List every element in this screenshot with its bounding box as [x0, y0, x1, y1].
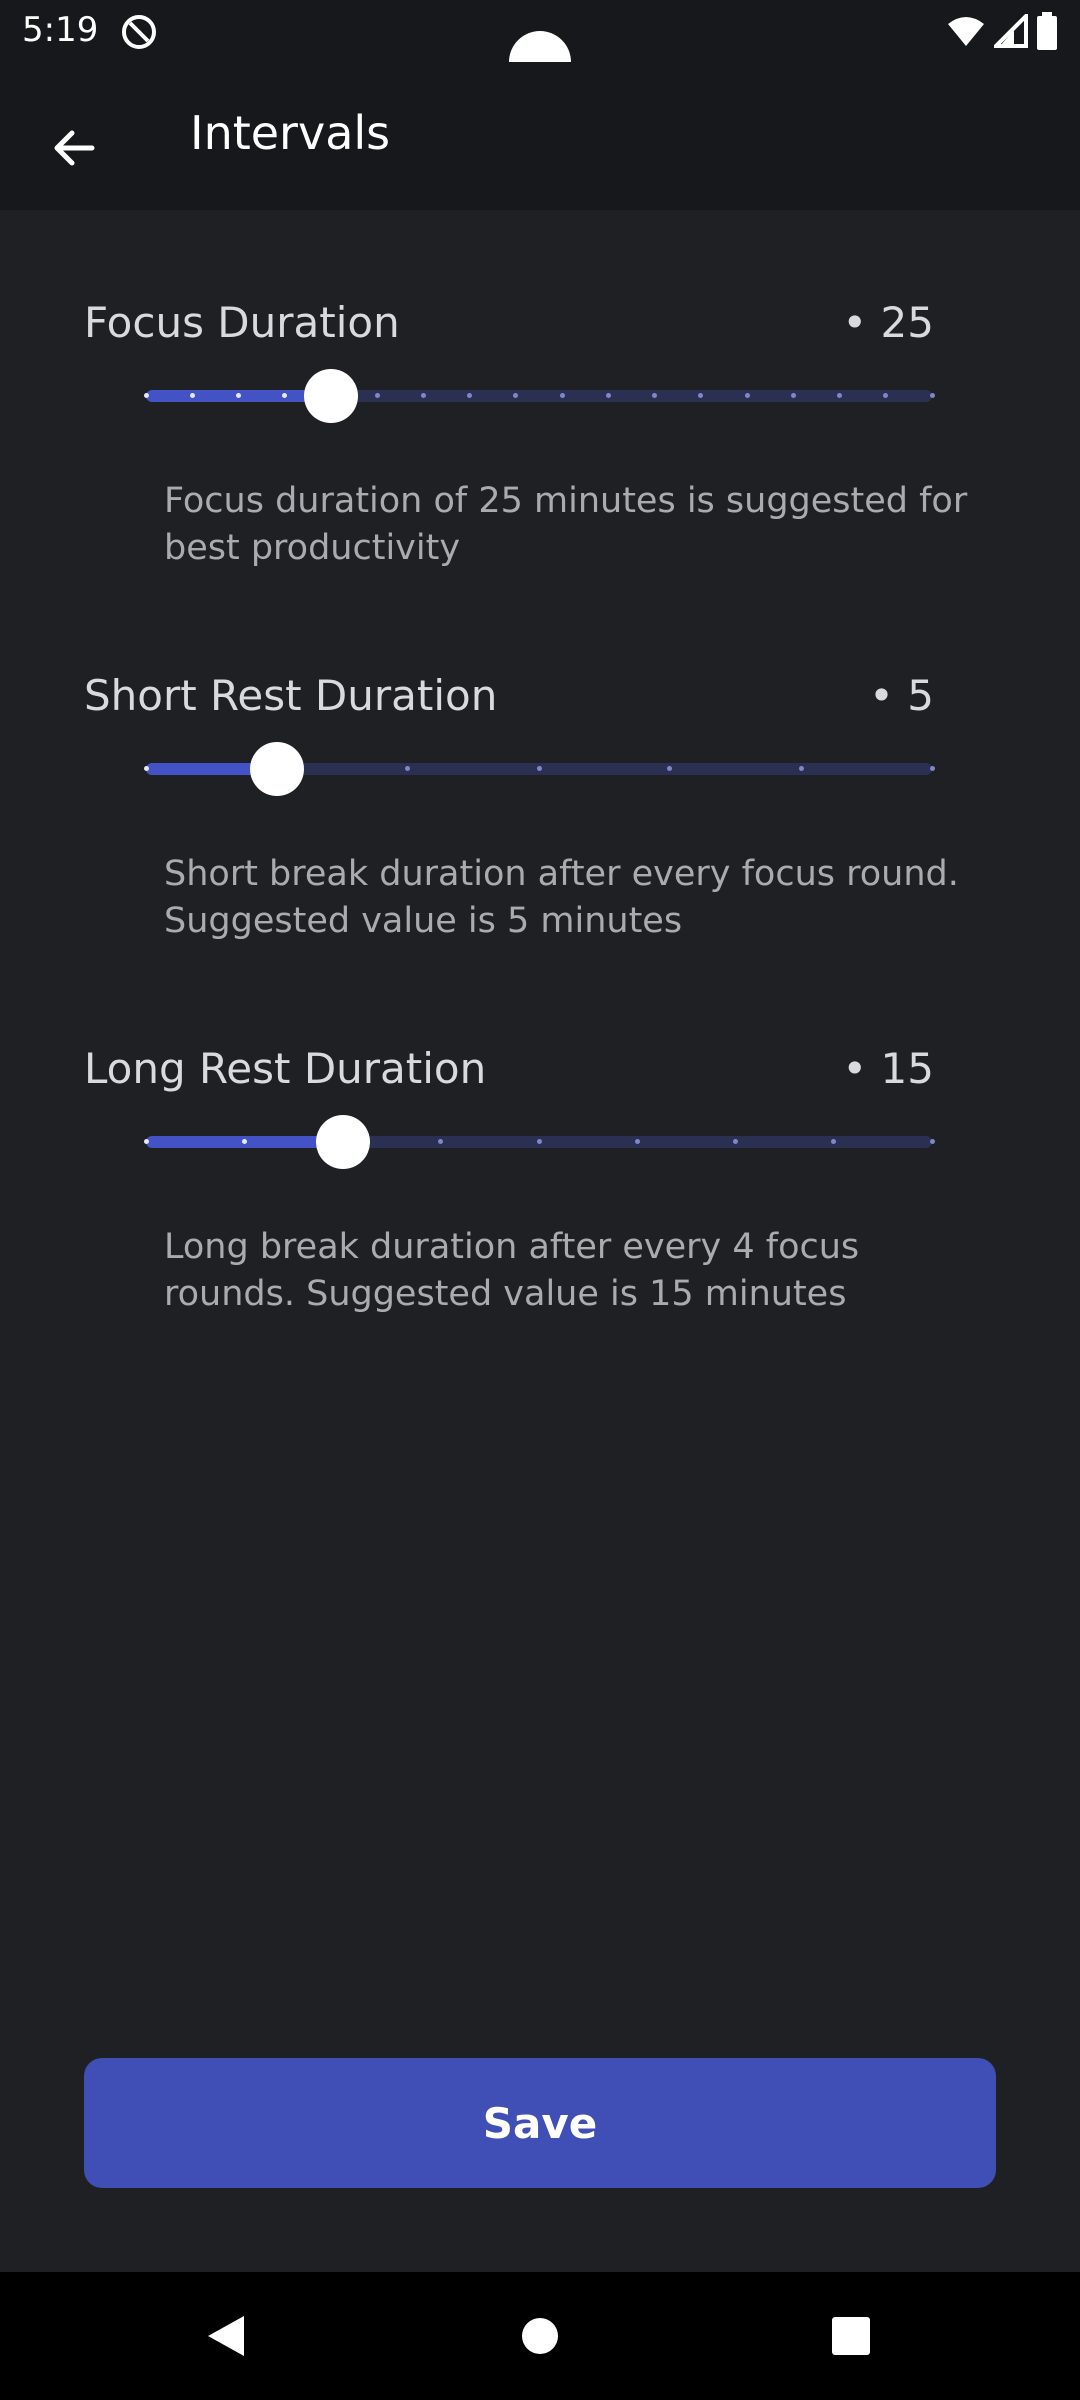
focus-duration-label: Focus Duration: [84, 298, 400, 347]
slider-tick: [536, 1139, 542, 1144]
slider-tick: [559, 393, 565, 398]
slider-tick: [241, 1139, 247, 1144]
focus-duration-description: Focus duration of 25 minutes is suggeste…: [164, 481, 968, 568]
arrow-back-icon: [54, 130, 95, 166]
long-rest-description: Long break duration after every 4 focus …: [164, 1227, 860, 1314]
focus-duration-slider[interactable]: [143, 366, 935, 426]
nav-back-icon: [208, 2316, 244, 2356]
slider-tick: [929, 1139, 935, 1144]
slider-thumb[interactable]: [303, 369, 358, 423]
focus-duration-value: • 25: [842, 298, 934, 347]
slider-tick: [536, 766, 542, 771]
short-rest-label: Short Rest Duration: [84, 671, 498, 720]
slider-thumb[interactable]: [315, 1115, 370, 1169]
slider-tick: [420, 393, 426, 398]
long-rest-value: • 15: [842, 1044, 934, 1093]
slider-tick: [929, 766, 935, 771]
slider-tick: [143, 1139, 149, 1144]
slider-thumb[interactable]: [250, 742, 305, 796]
slider-tick: [374, 393, 380, 398]
slider-tick: [798, 766, 804, 771]
status-time: 5:19: [22, 10, 99, 50]
slider-tick: [634, 1139, 640, 1144]
app-bar: Intervals: [0, 62, 1080, 210]
wifi-icon: [948, 17, 984, 46]
page-title: Intervals: [190, 106, 391, 160]
nav-back-button[interactable]: [190, 2300, 262, 2372]
slider-tick: [143, 393, 149, 398]
slider-tick: [837, 393, 843, 398]
slider-tick: [744, 393, 750, 398]
signal-icon: [994, 14, 1028, 48]
slider-tick: [605, 393, 611, 398]
slider-tick: [235, 393, 241, 398]
nav-home-icon: [522, 2318, 558, 2354]
slider-tick: [143, 766, 149, 771]
status-icons: [946, 12, 1058, 50]
short-rest-value: • 5: [869, 671, 934, 720]
long-rest-slider[interactable]: [143, 1112, 935, 1172]
system-nav-bar: [0, 2272, 1080, 2400]
short-rest-slider[interactable]: [143, 739, 935, 799]
slider-tick: [929, 393, 935, 398]
save-button[interactable]: Save: [84, 2058, 996, 2188]
long-rest-label: Long Rest Duration: [84, 1044, 487, 1093]
slider-tick: [733, 1139, 738, 1144]
nav-recents-button[interactable]: [815, 2300, 887, 2372]
back-button[interactable]: [30, 104, 118, 192]
short-rest-description: Short break duration after every focus r…: [164, 854, 959, 941]
nav-home-button[interactable]: [504, 2300, 576, 2372]
intervals-screen: 5:19 Intervals Focus Duration • 25 Focus…: [0, 0, 1080, 2400]
slider-tick: [189, 393, 195, 398]
nav-recents-icon: [832, 2317, 870, 2355]
battery-icon: [1037, 12, 1057, 50]
slider-tick: [790, 393, 796, 398]
do-not-disturb-icon: [122, 15, 156, 49]
